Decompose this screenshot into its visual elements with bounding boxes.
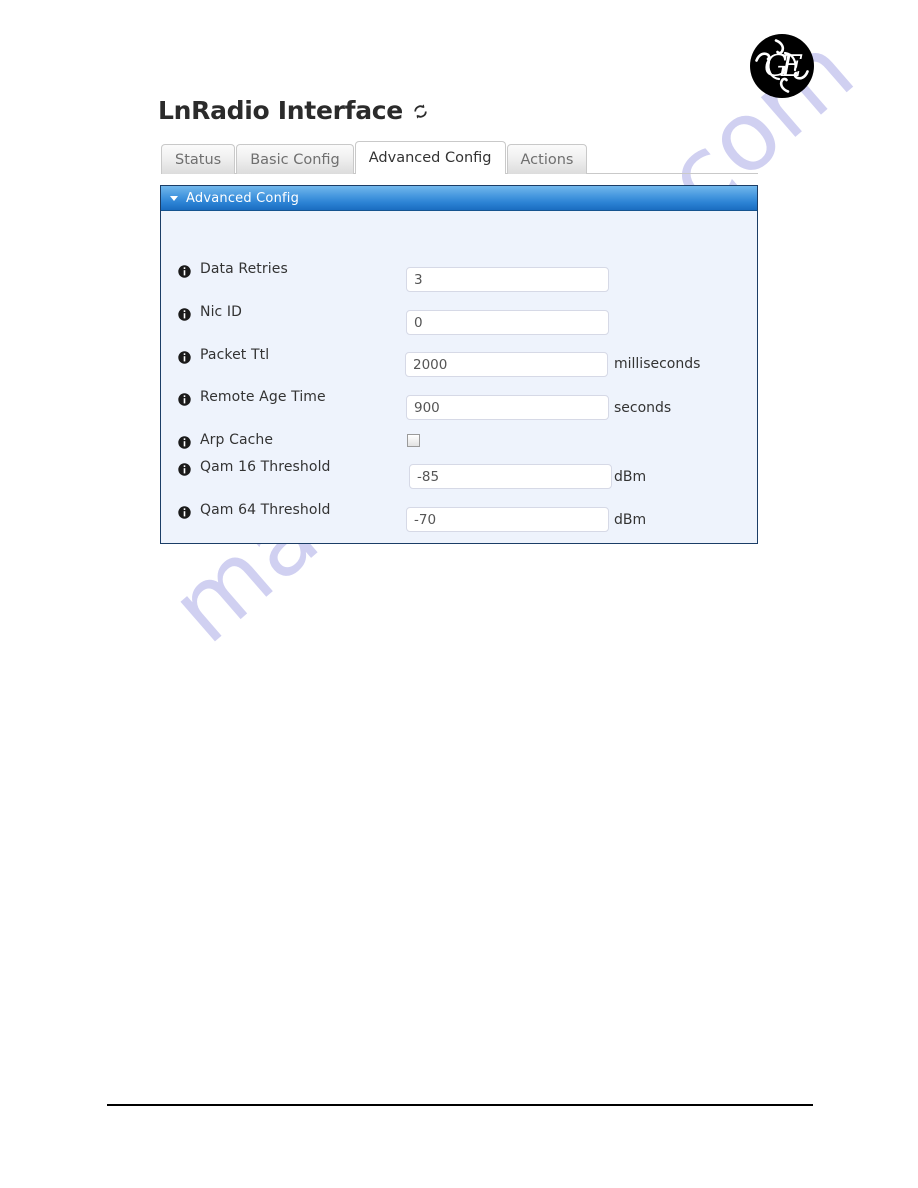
tab-basic-config[interactable]: Basic Config <box>236 144 354 174</box>
tab-advanced-config-label: Advanced Config <box>368 150 492 166</box>
checkbox-arp-cache[interactable] <box>407 434 420 447</box>
input-qam-64-threshold[interactable] <box>406 507 609 532</box>
field-label-data-retries: Data Retries <box>178 261 288 278</box>
field-label-text: Data Retries <box>200 261 288 277</box>
info-icon[interactable] <box>178 391 191 406</box>
field-label-qam-16-threshold: Qam 16 Threshold <box>178 459 331 476</box>
tab-basic-config-label: Basic Config <box>250 152 340 168</box>
tabstrip: Status Basic Config Advanced Config Acti… <box>161 141 758 174</box>
tab-list: Status Basic Config Advanced Config Acti… <box>161 141 588 174</box>
panel-header[interactable]: Advanced Config <box>161 186 757 211</box>
ge-logo-svg: G E <box>750 34 814 98</box>
caret-down-icon[interactable] <box>170 195 178 201</box>
input-qam-16-threshold[interactable] <box>409 464 612 489</box>
field-label-text: Packet Ttl <box>200 347 270 363</box>
ge-logo-letter-e: E <box>780 49 803 84</box>
field-label-qam-64-threshold: Qam 64 Threshold <box>178 502 331 519</box>
field-label-text: Nic ID <box>200 304 243 320</box>
advanced-config-panel: Advanced Config Data Retries Nic ID <box>160 185 758 544</box>
field-label-text: Qam 64 Threshold <box>200 502 331 518</box>
field-label-arp-cache: Arp Cache <box>178 432 274 449</box>
unit-qam-16-threshold: dBm <box>614 469 647 485</box>
info-icon[interactable] <box>178 349 191 364</box>
refresh-icon-svg <box>414 104 427 119</box>
input-remote-age-time[interactable] <box>406 395 609 420</box>
field-label-text: Arp Cache <box>200 432 274 448</box>
unit-qam-64-threshold: dBm <box>614 512 647 528</box>
info-icon[interactable] <box>178 504 191 519</box>
tab-actions[interactable]: Actions <box>506 144 588 174</box>
info-icon[interactable] <box>178 434 191 449</box>
info-icon[interactable] <box>178 461 191 476</box>
input-data-retries[interactable] <box>406 267 609 292</box>
refresh-icon[interactable] <box>412 103 429 120</box>
tab-actions-label: Actions <box>520 152 574 168</box>
input-nic-id[interactable] <box>406 310 609 335</box>
tab-status-label: Status <box>175 152 222 168</box>
field-label-nic-id: Nic ID <box>178 304 243 321</box>
field-label-text: Qam 16 Threshold <box>200 459 331 475</box>
field-label-remote-age-time: Remote Age Time <box>178 389 326 406</box>
field-label-text: Remote Age Time <box>200 389 326 405</box>
unit-packet-ttl: milliseconds <box>614 356 701 372</box>
info-icon[interactable] <box>178 306 191 321</box>
unit-remote-age-time: seconds <box>614 400 672 416</box>
panel-title: Advanced Config <box>186 190 300 206</box>
tab-status[interactable]: Status <box>161 144 236 174</box>
ge-monogram-logo: G E <box>748 32 816 100</box>
page-title-row: LnRadio Interface <box>158 98 429 123</box>
footer-rule <box>107 1104 813 1106</box>
page-title: LnRadio Interface <box>158 96 403 125</box>
field-label-packet-ttl: Packet Ttl <box>178 347 270 364</box>
info-icon[interactable] <box>178 263 191 278</box>
input-packet-ttl[interactable] <box>405 352 608 377</box>
tab-advanced-config[interactable]: Advanced Config <box>354 141 506 173</box>
panel-body: Data Retries Nic ID Packet Ttl m <box>161 211 757 543</box>
active-tab-baseline-mask <box>355 173 505 174</box>
watermark: manualshive.com <box>0 0 918 1188</box>
